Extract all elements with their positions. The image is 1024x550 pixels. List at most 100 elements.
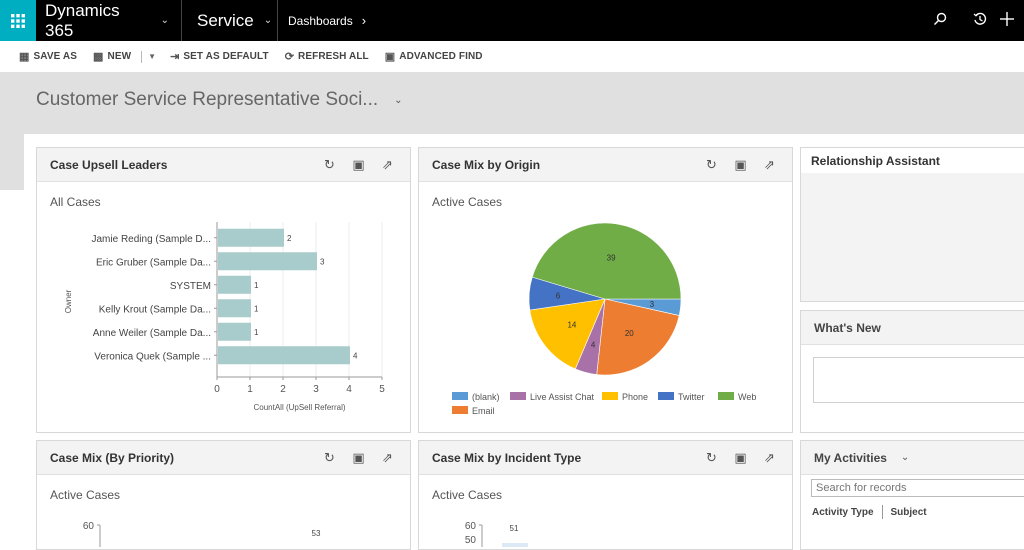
chart-view-name: Active Cases — [50, 488, 121, 502]
save-as-label: SAVE AS — [33, 51, 77, 62]
data-label: 1 — [254, 304, 259, 313]
panel-title: Case Mix (By Priority) — [50, 450, 175, 465]
x-tick-label: 4 — [346, 384, 352, 395]
bar — [218, 275, 251, 294]
legend-swatch — [602, 392, 618, 400]
breadcrumb[interactable]: Dashboards › — [278, 0, 378, 41]
panel-case-upsell-leaders: Case Upsell Leaders ↻ ▣ ⇗ All Cases Jami… — [36, 147, 411, 433]
column-header-subject[interactable]: Subject — [891, 507, 927, 518]
data-label: 1 — [254, 281, 259, 290]
refresh-chart-icon[interactable]: ↻ — [697, 451, 726, 466]
panel-whats-new: What's New — [800, 310, 1024, 433]
chart-view-name: Active Cases — [432, 488, 503, 502]
chevron-down-icon: ⌄ — [263, 15, 273, 26]
x-tick-label: 5 — [379, 384, 385, 395]
y-tick-label: Eric Gruber (Sample Da... — [96, 257, 211, 268]
top-navigation-bar: Dynamics 365 ⌄ Service ⌄ Dashboards › — [0, 0, 1024, 41]
origin-pie-chart: 3 20 4 14 6 39 (blank) Live Assist Chat Phone Twi… — [452, 222, 756, 416]
legend-label: Phone — [622, 392, 648, 402]
view-selector-chevron-icon[interactable]: ⌄ — [901, 452, 909, 463]
view-records-icon[interactable]: ▣ — [726, 158, 755, 173]
legend-swatch — [452, 392, 468, 400]
refresh-chart-icon[interactable]: ↻ — [697, 158, 726, 173]
data-label: 51 — [510, 524, 519, 533]
app-switcher[interactable]: Dynamics 365 ⌄ — [36, 0, 182, 41]
chevron-down-icon: ⌄ — [394, 94, 403, 106]
panel-title: Case Upsell Leaders — [50, 157, 168, 172]
column-header-activity-type[interactable]: Activity Type — [812, 507, 874, 518]
data-label: 1 — [254, 328, 259, 337]
panel-case-mix-by-incident-type: Case Mix by Incident Type ↻ ▣ ⇗ Active C… — [418, 440, 793, 550]
expand-icon[interactable]: ⇗ — [373, 158, 402, 173]
x-tick-label: 3 — [313, 384, 319, 395]
slice-label: 3 — [650, 300, 655, 309]
expand-icon[interactable]: ⇗ — [755, 158, 784, 173]
advanced-find-label: ADVANCED FIND — [399, 51, 483, 62]
legend-label: (blank) — [472, 392, 500, 402]
data-label: 53 — [312, 529, 321, 538]
bar — [218, 299, 251, 318]
set-as-default-label: SET AS DEFAULT — [183, 51, 269, 62]
search-icon — [933, 12, 947, 26]
y-tick-label: 60 — [83, 521, 95, 532]
legend-label: Twitter — [678, 392, 705, 402]
y-axis-label: Owner — [64, 289, 73, 313]
bar — [218, 228, 284, 247]
bar — [218, 322, 251, 341]
divider — [141, 50, 143, 63]
panel-title: Relationship Assistant — [811, 153, 940, 168]
save-as-button[interactable]: ▦ SAVE AS — [19, 50, 77, 63]
advanced-find-button[interactable]: ▣ ADVANCED FIND — [385, 50, 483, 63]
header-strip — [0, 134, 24, 190]
dashboard-selector[interactable]: Customer Service Representative Soci... … — [36, 89, 403, 111]
panel-title: Case Mix by Origin — [432, 157, 541, 172]
expand-icon[interactable]: ⇗ — [373, 451, 402, 466]
bar — [502, 543, 528, 547]
x-axis-label: CountAll (UpSell Referral) — [253, 403, 345, 412]
y-tick-label: SYSTEM — [170, 281, 211, 292]
panel-title: My Activities — [814, 450, 887, 465]
y-tick-label: Anne Weiler (Sample Da... — [93, 328, 211, 339]
slice-label: 20 — [625, 329, 634, 338]
legend-swatch — [658, 392, 674, 400]
refresh-all-button[interactable]: ⟳ REFRESH ALL — [285, 50, 369, 63]
module-switcher[interactable]: Service ⌄ — [182, 0, 278, 41]
column-separator — [881, 505, 883, 519]
y-tick-label: Kelly Krout (Sample Da... — [99, 304, 211, 315]
legend-label: Email — [472, 406, 495, 416]
x-tick-label: 2 — [280, 384, 286, 395]
app-launcher-button[interactable] — [0, 0, 36, 41]
quick-create-button[interactable] — [1000, 11, 1024, 30]
relationship-assistant-body — [801, 173, 1024, 301]
view-records-icon[interactable]: ▣ — [344, 451, 373, 466]
search-button[interactable] — [920, 11, 960, 30]
legend-label: Web — [738, 392, 756, 402]
expand-icon[interactable]: ⇗ — [755, 451, 784, 466]
plus-icon — [1000, 12, 1014, 26]
panel-my-activities: My Activities ⌄ Activity Type Subject — [800, 440, 1024, 550]
refresh-chart-icon[interactable]: ↻ — [315, 451, 344, 466]
y-tick-label: 50 — [465, 535, 477, 546]
dashboard-title: Customer Service Representative Soci... — [36, 89, 379, 110]
waffle-icon — [11, 13, 25, 28]
whats-new-post-box[interactable] — [813, 357, 1024, 403]
chevron-right-icon: › — [361, 13, 367, 28]
set-as-default-button[interactable]: ⇥ SET AS DEFAULT — [170, 50, 269, 63]
view-records-icon[interactable]: ▣ — [726, 451, 755, 466]
new-dropdown-button[interactable]: ▼ — [148, 52, 156, 61]
search-records-input[interactable] — [811, 479, 1024, 497]
y-tick-label: 60 — [465, 521, 477, 532]
new-button[interactable]: ▩ NEW — [93, 50, 131, 63]
data-label: 4 — [353, 351, 358, 360]
view-records-icon[interactable]: ▣ — [344, 158, 373, 173]
legend-swatch — [510, 392, 526, 400]
grid-header: Activity Type Subject — [812, 505, 1024, 519]
bar — [218, 346, 350, 365]
legend-swatch — [452, 406, 468, 414]
refresh-icon: ⟳ — [284, 51, 295, 63]
x-tick-label: 0 — [214, 384, 220, 395]
refresh-chart-icon[interactable]: ↻ — [315, 158, 344, 173]
recent-history-button[interactable] — [960, 11, 1000, 30]
new-label: NEW — [107, 51, 132, 62]
slice-label: 4 — [591, 341, 596, 350]
